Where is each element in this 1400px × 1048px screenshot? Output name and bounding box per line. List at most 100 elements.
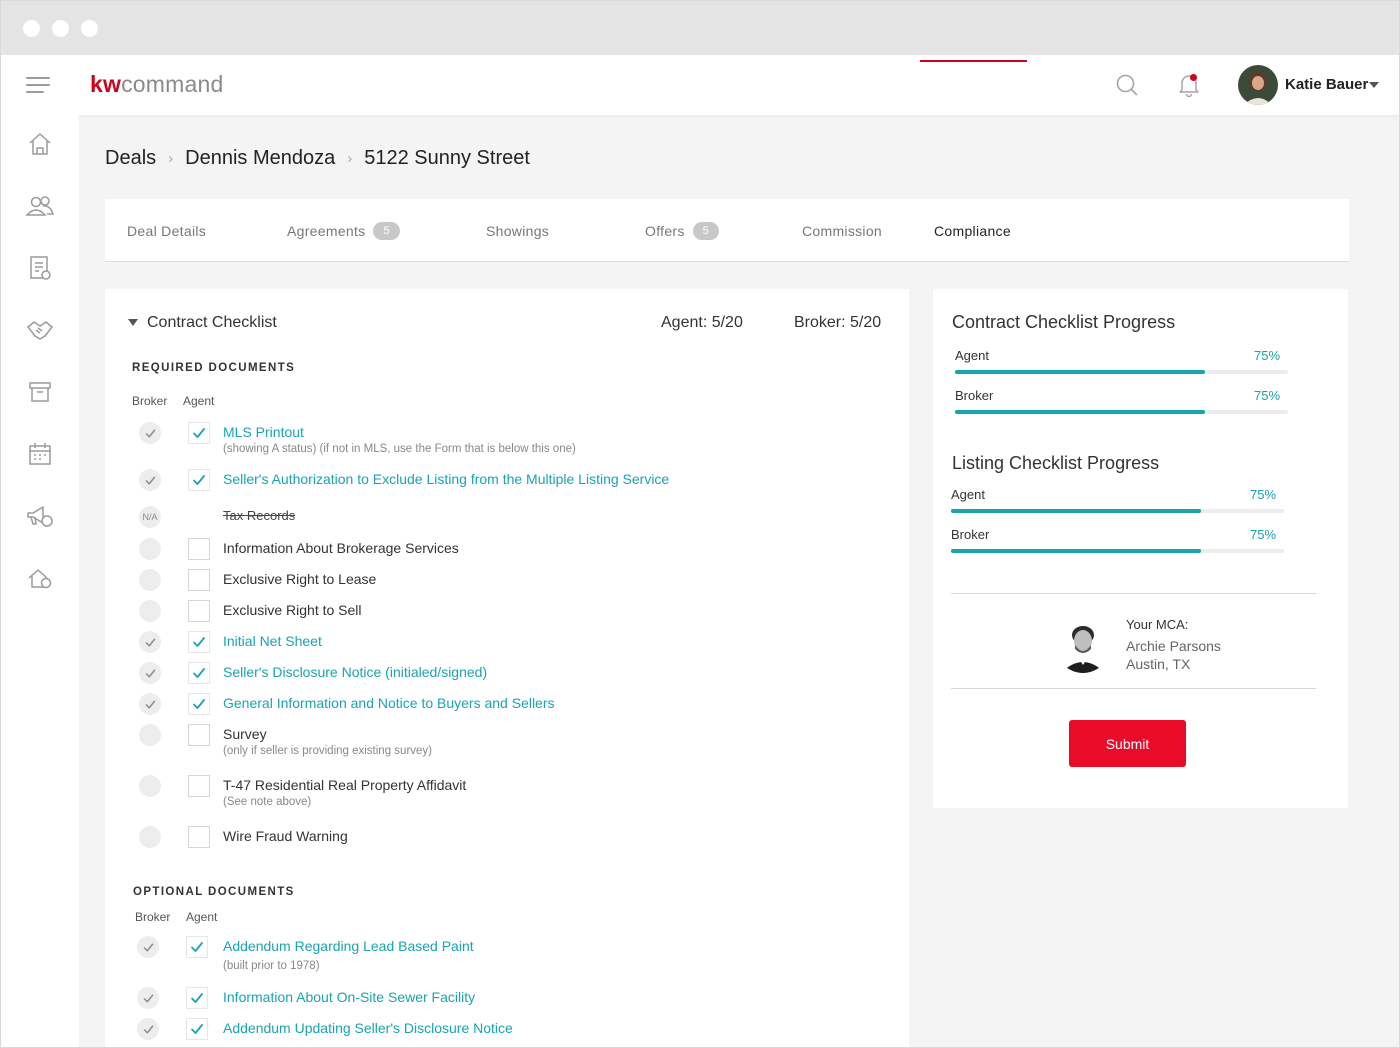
document-label[interactable]: Information About On-Site Sewer Facility xyxy=(223,989,475,1005)
document-label[interactable]: Seller's Authorization to Exclude Listin… xyxy=(223,471,669,487)
document-label[interactable]: MLS Printout xyxy=(223,424,304,440)
agent-checkbox[interactable] xyxy=(188,422,210,444)
document-label[interactable]: Initial Net Sheet xyxy=(223,633,322,649)
divider xyxy=(951,593,1316,594)
active-tab-indicator xyxy=(920,60,1027,62)
broker-check-icon xyxy=(139,631,161,653)
collapse-caret-icon[interactable] xyxy=(128,319,138,326)
column-header-agent: Agent xyxy=(186,910,218,924)
broker-status-empty xyxy=(139,826,161,848)
progress-percent: 75% xyxy=(1254,348,1281,363)
user-name[interactable]: Katie Bauer xyxy=(1285,76,1368,93)
broker-status-empty xyxy=(139,538,161,560)
agent-checkbox[interactable] xyxy=(186,987,208,1009)
document-label: Survey xyxy=(223,726,267,742)
broker-check-icon xyxy=(139,422,161,444)
breadcrumb-item[interactable]: Dennis Mendoza xyxy=(185,147,335,170)
agent-checkbox[interactable] xyxy=(186,936,208,958)
tab-agreements[interactable]: Agreements 5 xyxy=(287,199,400,262)
document-label[interactable]: General Information and Notice to Buyers… xyxy=(223,695,555,711)
broker-check-icon xyxy=(139,662,161,684)
broker-check-icon xyxy=(137,936,159,958)
agent-checkbox[interactable] xyxy=(188,631,210,653)
tab-compliance[interactable]: Compliance xyxy=(934,199,1011,262)
divider xyxy=(951,688,1316,689)
broker-check-icon xyxy=(137,1018,159,1040)
agent-checkbox[interactable] xyxy=(186,1018,208,1040)
document-note: (See note above) xyxy=(223,796,312,808)
column-header-agent: Agent xyxy=(183,394,215,408)
count-badge: 5 xyxy=(373,221,400,240)
count-badge: 5 xyxy=(692,221,720,240)
tab-offers[interactable]: Offers 5 xyxy=(645,199,720,262)
agent-checkbox[interactable] xyxy=(188,693,210,715)
mca-name: Archie Parsons xyxy=(1126,638,1221,654)
tasks-icon[interactable] xyxy=(23,251,57,285)
contract-progress-title: Contract Checklist Progress xyxy=(952,312,1176,332)
document-label[interactable]: Seller's Disclosure Notice (initialed/si… xyxy=(223,664,487,680)
calendar-icon[interactable] xyxy=(23,437,57,471)
broker-check-icon xyxy=(137,987,159,1009)
agent-checkbox[interactable] xyxy=(188,569,210,591)
agent-checkbox[interactable] xyxy=(188,600,210,622)
window-chrome xyxy=(1,1,1399,55)
home-icon[interactable] xyxy=(23,127,57,161)
breadcrumb: Deals › Dennis Mendoza › 5122 Sunny Stre… xyxy=(105,147,530,170)
agent-count: Agent: 5/20 xyxy=(661,314,743,331)
tab-commission[interactable]: Commission xyxy=(802,199,882,262)
document-label: Wire Fraud Warning xyxy=(223,828,348,844)
avatar[interactable] xyxy=(1238,65,1278,105)
document-note: (showing A status) (if not in MLS, use t… xyxy=(223,443,576,455)
agent-checkbox[interactable] xyxy=(188,775,210,797)
contacts-icon[interactable] xyxy=(23,189,57,223)
optional-heading: OPTIONAL DOCUMENTS xyxy=(133,886,295,898)
chevron-right-icon: › xyxy=(168,150,174,167)
document-label[interactable]: Addendum Regarding Lead Based Paint xyxy=(223,938,474,954)
progress-bar-fill xyxy=(955,370,1205,374)
chevron-down-icon[interactable] xyxy=(1369,82,1379,88)
mca-heading: Your MCA: xyxy=(1126,617,1189,632)
progress-percent: 75% xyxy=(1254,388,1281,403)
top-bar: kwcommand Katie Bauer xyxy=(1,55,1399,115)
broker-status-empty xyxy=(139,724,161,746)
window-dot[interactable] xyxy=(81,20,98,37)
agent-checkbox[interactable] xyxy=(188,538,210,560)
progress-bar xyxy=(951,549,1284,553)
marketing-icon[interactable] xyxy=(23,499,57,533)
progress-label: Agent xyxy=(951,487,985,502)
progress-bar xyxy=(951,509,1284,513)
tab-deal-details[interactable]: Deal Details xyxy=(127,199,206,262)
progress-label: Agent xyxy=(955,348,989,363)
broker-count: Broker: 5/20 xyxy=(794,314,882,331)
search-icon[interactable] xyxy=(1116,74,1138,101)
handshake-icon[interactable] xyxy=(23,313,57,347)
document-label: Tax Records xyxy=(223,508,296,523)
document-note: (only if seller is providing existing su… xyxy=(223,745,432,757)
document-label: Information About Brokerage Services xyxy=(223,540,459,556)
archive-icon[interactable] xyxy=(23,375,57,409)
app-window: kwcommand Katie Bauer Deals › Dennis Men… xyxy=(0,0,1400,1048)
agent-checkbox[interactable] xyxy=(188,662,210,684)
submit-button[interactable]: Submit xyxy=(1069,720,1186,767)
agent-checkbox[interactable] xyxy=(188,724,210,746)
progress-bar-fill xyxy=(955,410,1205,414)
window-dot[interactable] xyxy=(52,20,69,37)
window-dot[interactable] xyxy=(23,20,40,37)
agent-checkbox[interactable] xyxy=(188,469,210,491)
chevron-right-icon: › xyxy=(347,150,353,167)
progress-bar-fill xyxy=(951,509,1201,513)
column-header-broker: Broker xyxy=(135,910,171,924)
agent-checkbox[interactable] xyxy=(188,826,210,848)
menu-icon[interactable] xyxy=(26,75,50,95)
tab-showings[interactable]: Showings xyxy=(486,199,549,262)
breadcrumb-item[interactable]: Deals xyxy=(105,147,156,170)
app-logo[interactable]: kwcommand xyxy=(90,71,223,98)
column-header-broker: Broker xyxy=(132,394,168,408)
document-label[interactable]: Addendum Updating Seller's Disclosure No… xyxy=(223,1020,513,1036)
mca-location: Austin, TX xyxy=(1126,656,1191,672)
property-icon[interactable] xyxy=(23,561,57,595)
progress-label: Broker xyxy=(951,527,990,542)
checklist-title[interactable]: Contract Checklist xyxy=(147,314,277,332)
broker-status-empty xyxy=(139,775,161,797)
required-heading: REQUIRED DOCUMENTS xyxy=(132,362,296,374)
